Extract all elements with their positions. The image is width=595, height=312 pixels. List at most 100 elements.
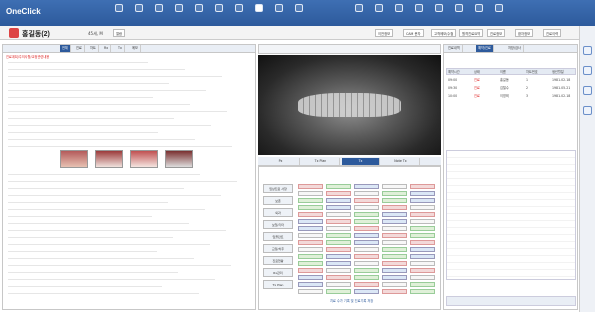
procedure-chip[interactable] — [326, 184, 351, 189]
toolbar-icon-10[interactable] — [292, 4, 306, 22]
procedure-chip[interactable] — [298, 240, 323, 245]
procedure-chip[interactable] — [382, 191, 407, 196]
procedure-chip[interactable] — [326, 275, 351, 280]
procedure-chip[interactable] — [298, 254, 323, 259]
toolbar-icon-12[interactable] — [372, 4, 386, 22]
chart-tab[interactable]: Tx — [116, 45, 125, 52]
procedure-chip[interactable] — [354, 205, 379, 210]
procedure-chip[interactable] — [326, 282, 351, 287]
procedure-chip[interactable] — [298, 247, 323, 252]
toolbar-icon-9[interactable] — [272, 4, 286, 22]
table-row[interactable]: 09:00 진료 홍길동 1 1981.02.18 — [446, 77, 576, 83]
procedure-chip[interactable] — [298, 191, 323, 196]
procedure-chip[interactable] — [354, 254, 379, 259]
chart-tab[interactable]: 진료 — [74, 45, 85, 52]
procedure-chip[interactable] — [382, 205, 407, 210]
procedure-chip[interactable] — [382, 226, 407, 231]
procedure-chip[interactable] — [410, 240, 435, 245]
procedure-chip[interactable] — [382, 254, 407, 259]
procedure-chip[interactable] — [410, 212, 435, 217]
chart-tab[interactable]: Rx — [102, 45, 112, 52]
tx-tab[interactable]: Tx — [342, 158, 380, 165]
tx-tab[interactable]: Px — [262, 158, 300, 165]
procedure-chip[interactable] — [326, 226, 351, 231]
procedure-chip[interactable] — [354, 261, 379, 266]
header-button[interactable]: 원격진료요약 — [459, 29, 484, 37]
tx-tab[interactable]: Note Tx — [382, 158, 420, 165]
toolbar-icon-18[interactable] — [492, 4, 506, 22]
procedure-chip[interactable] — [298, 268, 323, 273]
procedure-chip[interactable] — [298, 184, 323, 189]
procedure-chip[interactable] — [382, 184, 407, 189]
toolbar-icon-11[interactable] — [352, 4, 366, 22]
procedure-chip[interactable] — [298, 219, 323, 224]
chart-tab[interactable]: 메모 — [130, 45, 141, 52]
toolbar-icon-2[interactable] — [132, 4, 146, 22]
procedure-chip[interactable] — [354, 233, 379, 238]
procedure-chip[interactable] — [326, 247, 351, 252]
rail-calendar-icon[interactable] — [581, 46, 593, 58]
procedure-chip[interactable] — [354, 184, 379, 189]
procedure-chip[interactable] — [326, 240, 351, 245]
procedure-chip[interactable] — [410, 275, 435, 280]
table-row[interactable]: 09:30 진료 김철수 2 1981.05.21 — [446, 85, 576, 91]
procedure-chip[interactable] — [298, 212, 323, 217]
procedure-chip[interactable] — [326, 191, 351, 196]
header-button[interactable]: 고객메모/수첩 — [431, 29, 457, 37]
procedure-chip[interactable] — [298, 233, 323, 238]
toolbar-icon-3[interactable] — [152, 4, 166, 22]
intraoral-photo-4[interactable] — [165, 150, 193, 168]
header-button[interactable]: CAM 문자 — [403, 29, 424, 37]
procedure-chip[interactable] — [354, 275, 379, 280]
intraoral-photo-3[interactable] — [130, 150, 158, 168]
toolbar-icon-14[interactable] — [412, 4, 426, 22]
chart-tab[interactable]: 차트 — [88, 45, 99, 52]
toolbar-icon-16[interactable] — [452, 4, 466, 22]
procedure-chip[interactable] — [354, 268, 379, 273]
procedure-chip[interactable] — [410, 219, 435, 224]
intraoral-photo-2[interactable] — [95, 150, 123, 168]
toolbar-icon-17[interactable] — [472, 4, 486, 22]
procedure-chip[interactable] — [410, 282, 435, 287]
procedure-chip[interactable] — [410, 289, 435, 294]
procedure-chip[interactable] — [354, 240, 379, 245]
header-button[interactable]: 진료정보 — [487, 29, 506, 37]
procedure-chip[interactable] — [354, 282, 379, 287]
tx-side-button[interactable]: Tx Plan — [263, 280, 293, 289]
procedure-chip[interactable] — [382, 247, 407, 252]
toolbar-icon-5[interactable] — [192, 4, 206, 22]
tx-side-button[interactable]: 보존 — [263, 196, 293, 205]
intraoral-photo-1[interactable] — [60, 150, 88, 168]
procedure-chip[interactable] — [382, 233, 407, 238]
procedure-chip[interactable] — [410, 226, 435, 231]
toolbar-icon-13[interactable] — [392, 4, 406, 22]
panoramic-xray[interactable] — [258, 55, 441, 155]
tx-side-button[interactable]: 외과 — [263, 208, 293, 217]
procedure-chip[interactable] — [354, 212, 379, 217]
procedure-chip[interactable] — [298, 275, 323, 280]
procedure-chip[interactable] — [382, 240, 407, 245]
procedure-chip[interactable] — [410, 247, 435, 252]
header-button[interactable]: 이전정보 — [375, 29, 394, 37]
procedure-chip[interactable] — [354, 191, 379, 196]
tx-side-button[interactable]: 임플란트 — [263, 232, 293, 241]
procedure-chip[interactable] — [298, 261, 323, 266]
toolbar-icon-7[interactable] — [232, 4, 246, 22]
chart-tab[interactable]: 전체 — [60, 45, 71, 52]
procedure-chip[interactable] — [298, 282, 323, 287]
header-button[interactable]: 환자정보 — [515, 29, 534, 37]
tx-tab[interactable]: Tx Plan — [302, 158, 340, 165]
procedure-chip[interactable] — [354, 219, 379, 224]
procedure-chip[interactable] — [326, 212, 351, 217]
procedure-chip[interactable] — [354, 226, 379, 231]
procedure-chip[interactable] — [354, 289, 379, 294]
toolbar-icon-15[interactable] — [432, 4, 446, 22]
tx-side-button[interactable]: 보철/기타 — [263, 220, 293, 229]
procedure-chip[interactable] — [410, 261, 435, 266]
right-tab[interactable]: 예약/진료 — [476, 45, 494, 52]
procedure-chip[interactable] — [326, 268, 351, 273]
procedure-chip[interactable] — [298, 198, 323, 203]
procedure-chip[interactable] — [382, 219, 407, 224]
tx-side-button[interactable]: 임상진료 사항 — [263, 184, 293, 193]
rail-image-icon[interactable] — [581, 86, 593, 98]
